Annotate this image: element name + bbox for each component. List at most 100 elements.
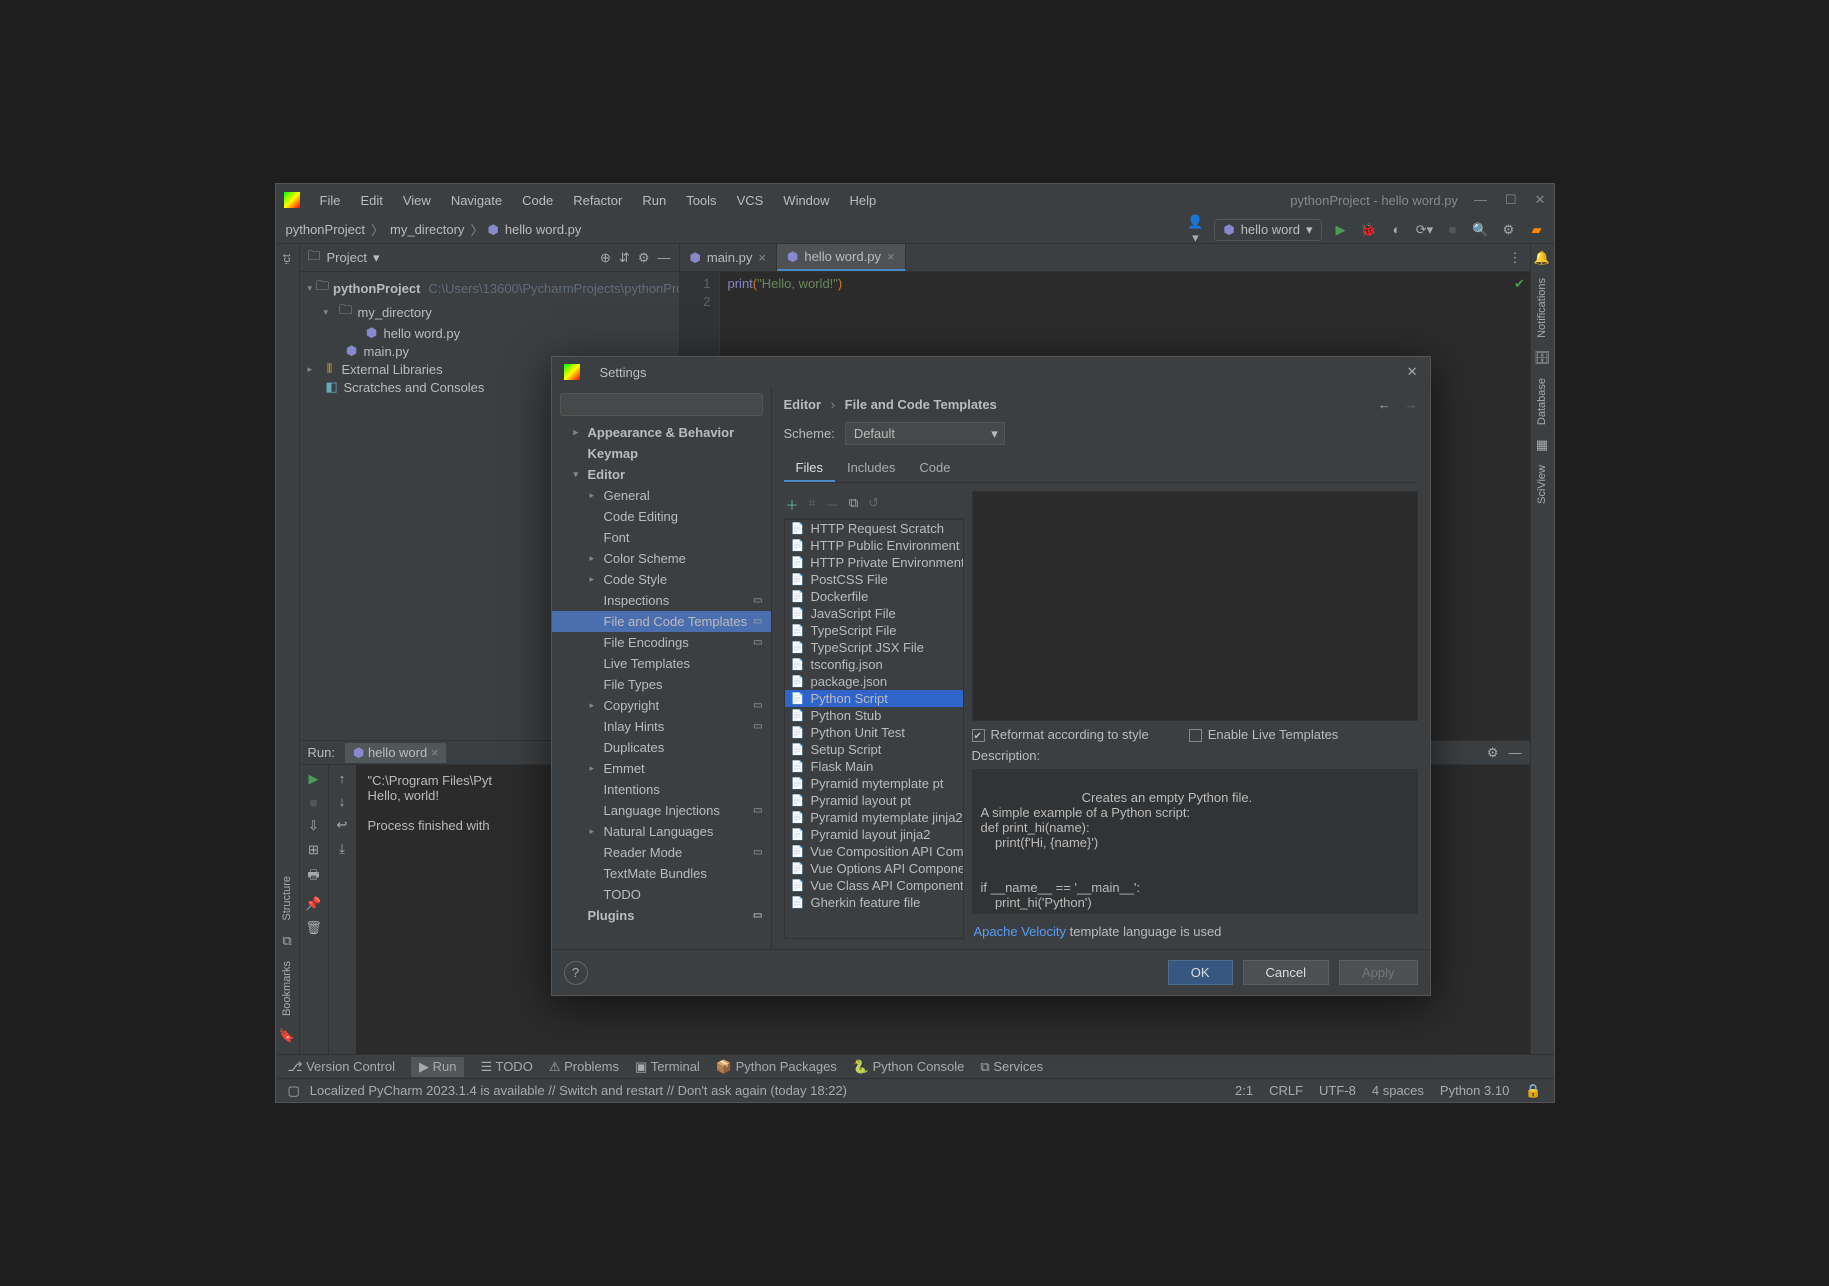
template-list[interactable]: 📄HTTP Request Scratch📄HTTP Public Enviro… — [784, 519, 964, 939]
template-list-item[interactable]: 📄package.json — [785, 673, 963, 690]
menu-help[interactable]: Help — [842, 189, 885, 212]
tab-terminal[interactable]: ▣ Terminal — [635, 1059, 700, 1075]
settings-nav-item[interactable]: Keymap — [552, 443, 771, 464]
hide-icon[interactable]: — — [658, 250, 671, 266]
settings-nav-item[interactable]: TODO — [552, 884, 771, 905]
sidebar-tab-sciview[interactable]: SciView — [1536, 461, 1548, 508]
breadcrumb-1[interactable]: my_directory — [388, 222, 466, 237]
tab-python-console[interactable]: 🐍 Python Console — [853, 1059, 965, 1075]
back-icon[interactable]: ← — [1378, 397, 1391, 412]
coverage-icon[interactable]: ◐ — [1388, 222, 1406, 237]
template-list-item[interactable]: 📄HTTP Private Environment File — [785, 554, 963, 571]
template-list-item[interactable]: 📄Gherkin feature file — [785, 894, 963, 911]
template-list-item[interactable]: 📄Pyramid layout pt — [785, 792, 963, 809]
tab-todo[interactable]: ☰ TODO — [480, 1059, 532, 1075]
up-icon[interactable]: ↑ — [339, 771, 346, 786]
remove-icon[interactable]: － — [826, 495, 839, 514]
profile-icon[interactable]: ⟳▾ — [1416, 222, 1434, 238]
rerun-icon[interactable]: ▶ — [309, 771, 319, 787]
cancel-button[interactable]: Cancel — [1243, 960, 1329, 985]
settings-nav-item[interactable]: Live Templates — [552, 653, 771, 674]
settings-nav-item[interactable]: Duplicates — [552, 737, 771, 758]
settings-nav-item[interactable]: File Encodings▭ — [552, 632, 771, 653]
target-icon[interactable]: ⊕ — [600, 250, 611, 266]
editor-tab-main[interactable]: ⬢ main.py × — [680, 244, 777, 271]
template-list-item[interactable]: 📄Vue Options API Component — [785, 860, 963, 877]
template-list-item[interactable]: 📄Pyramid mytemplate pt — [785, 775, 963, 792]
status-indent[interactable]: 4 spaces — [1372, 1083, 1424, 1099]
settings-nav-item[interactable]: Reader Mode▭ — [552, 842, 771, 863]
wrap-icon[interactable]: ↩ — [337, 817, 348, 833]
menu-tools[interactable]: Tools — [678, 189, 724, 212]
apache-velocity-link[interactable]: Apache Velocity — [974, 924, 1067, 939]
chevron-down-icon[interactable]: ▾ — [373, 250, 380, 266]
menu-vcs[interactable]: VCS — [729, 189, 772, 212]
breadcrumb-0[interactable]: pythonProject — [284, 222, 368, 237]
template-list-item[interactable]: 📄Setup Script — [785, 741, 963, 758]
print-icon[interactable]: 🖶 — [307, 866, 319, 888]
check-reformat[interactable]: Reformat according to style — [972, 727, 1149, 742]
template-list-item[interactable]: 📄Flask Main — [785, 758, 963, 775]
check-live-templates[interactable]: Enable Live Templates — [1189, 727, 1339, 742]
tab-run[interactable]: ▶ Run — [411, 1057, 464, 1077]
template-list-item[interactable]: 📄Pyramid layout jinja2 — [785, 826, 963, 843]
editor-tab-hello[interactable]: ⬢ hello word.py × — [777, 244, 906, 271]
menu-edit[interactable]: Edit — [352, 189, 390, 212]
menu-code[interactable]: Code — [514, 189, 561, 212]
template-list-item[interactable]: 📄Dockerfile — [785, 588, 963, 605]
settings-nav-item[interactable]: Intentions — [552, 779, 771, 800]
sidebar-tab-database[interactable]: Database — [1536, 374, 1548, 429]
sidebar-tab-notifications[interactable]: Notifications — [1536, 274, 1548, 342]
template-list-item[interactable]: 📄Python Script — [785, 690, 963, 707]
settings-nav-item[interactable]: Inlay Hints▭ — [552, 716, 771, 737]
settings-nav-item[interactable]: ▸Copyright▭ — [552, 695, 771, 716]
content-tab-code[interactable]: Code — [907, 455, 962, 482]
settings-nav-item[interactable]: Inspections▭ — [552, 590, 771, 611]
copy-icon[interactable]: ⧉ — [849, 495, 858, 514]
help-button[interactable]: ? — [564, 961, 588, 985]
editor-more-icon[interactable]: ⋮ — [1501, 244, 1530, 271]
tab-problems[interactable]: ⚠ Problems — [549, 1059, 619, 1075]
close-tab-icon[interactable]: × — [887, 249, 895, 264]
settings-nav-item[interactable]: ▸General — [552, 485, 771, 506]
settings-nav-item[interactable]: Language Injections▭ — [552, 800, 771, 821]
template-list-item[interactable]: 📄HTTP Request Scratch — [785, 520, 963, 537]
status-encoding[interactable]: UTF-8 — [1319, 1083, 1356, 1099]
status-position[interactable]: 2:1 — [1235, 1083, 1253, 1099]
template-list-item[interactable]: 📄Pyramid mytemplate jinja2 — [785, 809, 963, 826]
sidebar-tab-bookmarks[interactable]: Bookmarks — [281, 957, 293, 1020]
settings-nav-item[interactable]: ▸Natural Languages — [552, 821, 771, 842]
tree-dir[interactable]: ▾ 🗀 my_directory — [300, 300, 679, 324]
settings-search-input[interactable] — [560, 393, 763, 416]
stop-icon[interactable]: ■ — [310, 795, 318, 810]
settings-nav-item[interactable]: ▸Code Style — [552, 569, 771, 590]
structure-icon[interactable]: ⧉ — [282, 933, 291, 949]
close-tab-icon[interactable]: × — [431, 745, 439, 760]
scheme-select[interactable]: Default ▾ — [845, 422, 1005, 445]
menu-window[interactable]: Window — [775, 189, 837, 212]
settings-nav-item[interactable]: ▸Color Scheme — [552, 548, 771, 569]
bookmarks-icon[interactable]: 🔖 — [279, 1028, 295, 1044]
content-tab-files[interactable]: Files — [784, 455, 835, 482]
settings-nav-item[interactable]: ▸Emmet — [552, 758, 771, 779]
apply-button[interactable]: Apply — [1339, 960, 1418, 985]
pin-icon[interactable]: 📌 — [305, 896, 321, 912]
code-with-me-icon[interactable]: 👤▾ — [1186, 214, 1204, 246]
settings-nav-item[interactable]: Font — [552, 527, 771, 548]
forward-icon[interactable]: → — [1405, 397, 1418, 412]
database-icon[interactable]: 🗄 — [1534, 350, 1551, 366]
menu-run[interactable]: Run — [634, 189, 674, 212]
close-icon[interactable]: ✕ — [1407, 364, 1418, 380]
settings-nav-item[interactable]: File and Code Templates▭ — [552, 611, 771, 632]
layout-icon[interactable]: ⊞ — [308, 842, 319, 858]
close-tab-icon[interactable]: × — [758, 250, 766, 265]
template-list-item[interactable]: 📄Python Unit Test — [785, 724, 963, 741]
gear-icon[interactable]: ⚙ — [1487, 745, 1499, 761]
settings-nav-item[interactable]: ▾Editor — [552, 464, 771, 485]
run-icon[interactable]: ▶ — [1332, 222, 1350, 238]
template-list-item[interactable]: 📄HTTP Public Environment File — [785, 537, 963, 554]
run-config-dropdown[interactable]: ⬢ hello word ▾ — [1214, 219, 1321, 241]
gear-icon[interactable]: ⚙ — [638, 250, 650, 266]
breadcrumb-2[interactable]: hello word.py — [503, 222, 584, 237]
add-icon[interactable]: ＋ — [786, 495, 799, 514]
